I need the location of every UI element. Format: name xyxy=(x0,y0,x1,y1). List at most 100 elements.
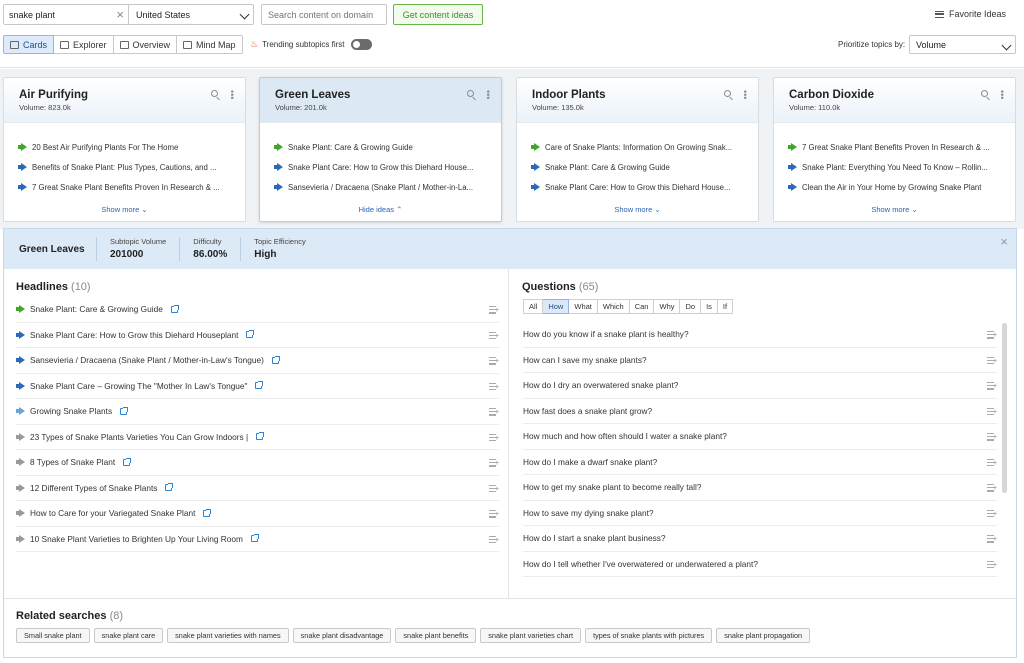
clear-icon[interactable]: × xyxy=(116,8,124,21)
question-row[interactable]: How fast does a snake plant grow? + xyxy=(523,399,997,424)
add-to-list-icon[interactable]: + xyxy=(489,535,499,544)
hide-ideas-link[interactable]: Hide ideas ⌃ xyxy=(260,205,501,214)
headline-row[interactable]: Sansevieria / Dracaena (Snake Plant / Mo… xyxy=(16,348,499,374)
add-to-list-icon[interactable]: + xyxy=(489,510,499,518)
question-row[interactable]: How can I save my snake plants? + xyxy=(523,348,997,373)
filter-which[interactable]: Which xyxy=(597,299,630,314)
headline-row[interactable]: Snake Plant Care: How to Grow this Dieha… xyxy=(16,323,499,348)
external-link-icon[interactable] xyxy=(170,304,179,313)
trending-toggle[interactable] xyxy=(351,39,373,50)
questions-scrollbar[interactable] xyxy=(1002,323,1007,493)
add-to-list-icon[interactable]: + xyxy=(987,331,997,339)
filter-is[interactable]: Is xyxy=(701,299,718,314)
card-idea-item[interactable]: 20 Best Air Purifying Plants For The Hom… xyxy=(18,137,245,157)
add-to-list-icon[interactable]: + xyxy=(489,331,499,340)
add-to-list-icon[interactable]: + xyxy=(489,306,499,314)
external-link-icon[interactable] xyxy=(255,381,264,390)
related-chip[interactable]: snake plant propagation xyxy=(716,628,811,643)
add-to-list-icon[interactable]: + xyxy=(489,484,499,493)
filter-all[interactable]: All xyxy=(523,299,544,314)
external-link-icon[interactable] xyxy=(246,330,255,339)
card-idea-item[interactable]: Benefits of Snake Plant: Plus Types, Cau… xyxy=(18,157,245,177)
card-idea-item[interactable]: Snake Plant: Care & Growing Guide xyxy=(274,137,501,157)
topic-card[interactable]: Air Purifying Volume: 823.0k ••• 20 Best… xyxy=(3,77,246,222)
domain-search-input[interactable] xyxy=(261,4,387,25)
card-idea-item[interactable]: Snake Plant Care: How to Grow this Dieha… xyxy=(274,157,501,177)
filter-why[interactable]: Why xyxy=(654,299,681,314)
add-to-list-icon[interactable]: + xyxy=(489,459,499,467)
related-chip[interactable]: snake plant disadvantage xyxy=(292,628,392,643)
add-to-list-icon[interactable]: + xyxy=(987,484,997,492)
search-icon[interactable] xyxy=(211,90,218,97)
headline-row[interactable]: 23 Types of Snake Plants Varieties You C… xyxy=(16,425,499,450)
headline-row[interactable]: 12 Different Types of Snake Plants + xyxy=(16,476,499,501)
filter-do[interactable]: Do xyxy=(680,299,702,314)
show-more-link[interactable]: Show more ⌄ xyxy=(517,205,758,214)
card-idea-item[interactable]: Snake Plant: Everything You Need To Know… xyxy=(788,157,1015,177)
external-link-icon[interactable] xyxy=(123,457,132,466)
topic-card-selected[interactable]: Green Leaves Volume: 201.0k ••• Snake Pl… xyxy=(259,77,502,222)
get-content-ideas-button[interactable]: Get content ideas xyxy=(393,4,483,25)
topic-card[interactable]: Carbon Dioxide Volume: 110.0k ••• 7 Grea… xyxy=(773,77,1016,222)
card-idea-item[interactable]: Care of Snake Plants: Information On Gro… xyxy=(531,137,758,157)
related-chip[interactable]: snake plant varieties chart xyxy=(480,628,582,643)
show-more-link[interactable]: Show more ⌄ xyxy=(774,205,1015,214)
search-icon[interactable] xyxy=(467,90,474,97)
headline-row[interactable]: 8 Types of Snake Plant + xyxy=(16,450,499,476)
headline-row[interactable]: Snake Plant Care – Growing The "Mother I… xyxy=(16,374,499,399)
question-row[interactable]: How do I start a snake plant business? + xyxy=(523,526,997,552)
headline-row[interactable]: Snake Plant: Care & Growing Guide + xyxy=(16,297,499,323)
related-chip[interactable]: snake plant varieties with names xyxy=(167,628,289,643)
headline-row[interactable]: Growing Snake Plants + xyxy=(16,399,499,425)
related-chip[interactable]: snake plant care xyxy=(93,628,164,643)
card-idea-item[interactable]: Sansevieria / Dracaena (Snake Plant / Mo… xyxy=(274,177,501,197)
search-icon[interactable] xyxy=(724,90,731,97)
add-to-list-icon[interactable]: + xyxy=(987,535,997,543)
add-to-list-icon[interactable]: + xyxy=(489,408,499,416)
close-icon[interactable]: × xyxy=(1000,234,1008,249)
filter-what[interactable]: What xyxy=(569,299,598,314)
external-link-icon[interactable] xyxy=(203,508,212,517)
headline-row[interactable]: How to Care for your Variegated Snake Pl… xyxy=(16,501,499,527)
add-to-list-icon[interactable]: + xyxy=(987,458,997,467)
question-row[interactable]: How do you know if a snake plant is heal… xyxy=(523,322,997,348)
add-to-list-icon[interactable]: + xyxy=(489,357,499,365)
card-idea-item[interactable]: 7 Great Snake Plant Benefits Proven In R… xyxy=(18,177,245,197)
filter-if[interactable]: If xyxy=(717,299,734,314)
related-chip[interactable]: snake plant benefits xyxy=(395,628,477,643)
more-options-icon[interactable]: ••• xyxy=(997,90,1007,99)
filter-how[interactable]: How xyxy=(543,299,570,314)
add-to-list-icon[interactable]: + xyxy=(987,356,997,365)
question-row[interactable]: How do I tell whether I've overwatered o… xyxy=(523,552,997,577)
add-to-list-icon[interactable]: + xyxy=(489,382,499,391)
related-chip[interactable]: Small snake plant xyxy=(16,628,90,643)
tab-explorer[interactable]: Explorer xyxy=(54,35,114,54)
add-to-list-icon[interactable]: + xyxy=(987,382,997,390)
more-options-icon[interactable]: ••• xyxy=(740,90,750,99)
tab-mind-map[interactable]: Mind Map xyxy=(177,35,243,54)
external-link-icon[interactable] xyxy=(250,534,259,543)
topic-card[interactable]: Indoor Plants Volume: 135.0k ••• Care of… xyxy=(516,77,759,222)
related-chip[interactable]: types of snake plants with pictures xyxy=(585,628,713,643)
add-to-list-icon[interactable]: + xyxy=(987,509,997,518)
filter-can[interactable]: Can xyxy=(629,299,655,314)
question-row[interactable]: How much and how often should I water a … xyxy=(523,424,997,450)
external-link-icon[interactable] xyxy=(165,483,174,492)
show-more-link[interactable]: Show more ⌄ xyxy=(4,205,245,214)
question-row[interactable]: How to get my snake plant to become real… xyxy=(523,475,997,501)
add-to-list-icon[interactable]: + xyxy=(987,407,997,416)
tab-cards[interactable]: Cards xyxy=(3,35,55,54)
more-options-icon[interactable]: ••• xyxy=(483,90,493,99)
question-row[interactable]: How do I dry an overwatered snake plant?… xyxy=(523,373,997,399)
more-options-icon[interactable]: ••• xyxy=(227,90,237,99)
card-idea-item[interactable]: 7 Great Snake Plant Benefits Proven In R… xyxy=(788,137,1015,157)
country-select[interactable]: United States xyxy=(128,4,254,25)
card-idea-item[interactable]: Snake Plant Care: How to Grow this Dieha… xyxy=(531,177,758,197)
external-link-icon[interactable] xyxy=(120,406,129,415)
prioritize-select[interactable]: Volume xyxy=(909,35,1016,54)
headline-row[interactable]: 10 Snake Plant Varieties to Brighten Up … xyxy=(16,527,499,552)
favorite-ideas-button[interactable]: Favorite Ideas xyxy=(934,9,1006,19)
tab-overview[interactable]: Overview xyxy=(113,35,178,54)
card-idea-item[interactable]: Snake Plant: Care & Growing Guide xyxy=(531,157,758,177)
question-row[interactable]: How do I make a dwarf snake plant? + xyxy=(523,450,997,475)
